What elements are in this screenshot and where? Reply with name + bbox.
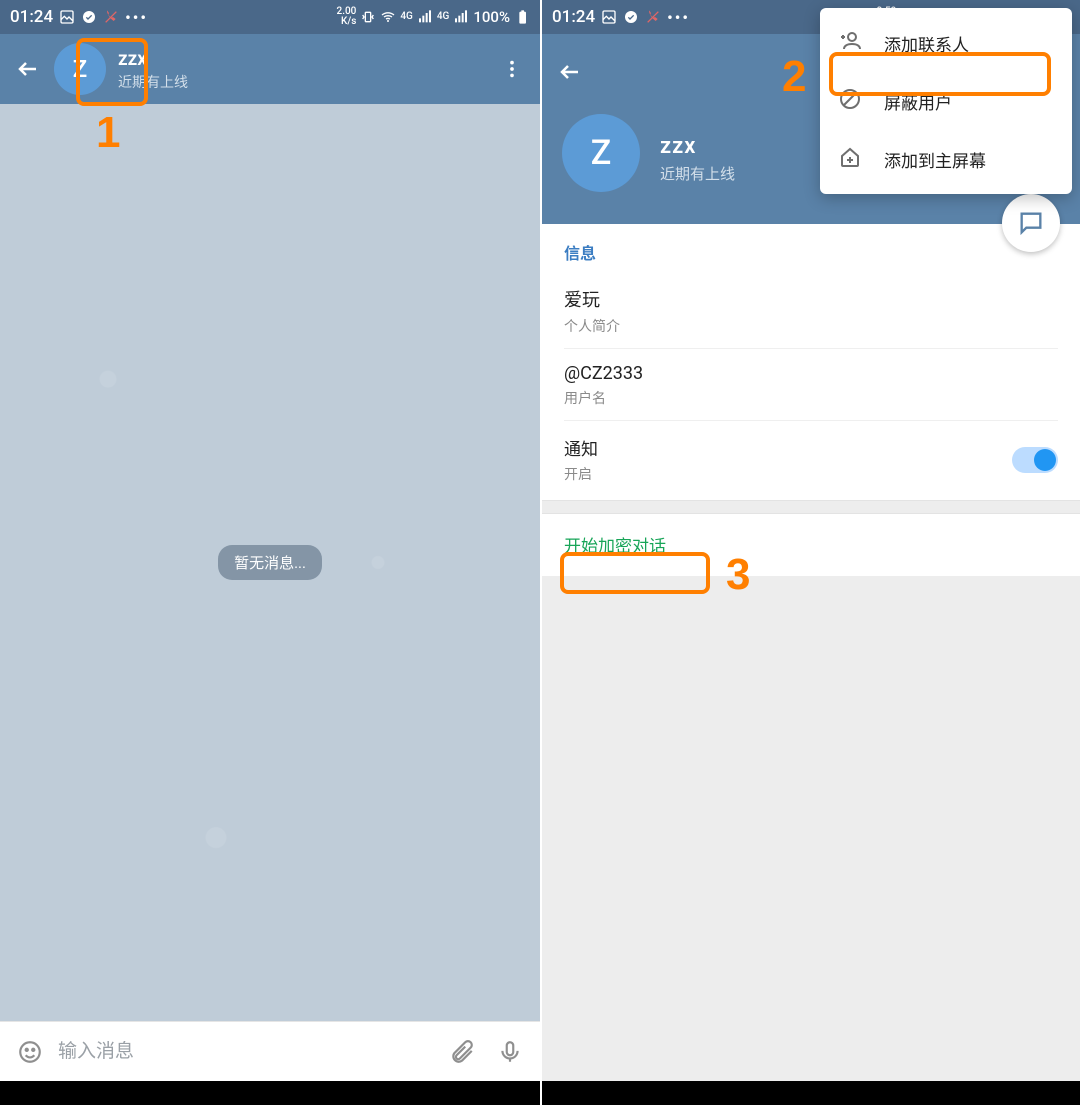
android-navbar [542, 1081, 1080, 1105]
message-input[interactable] [58, 1041, 434, 1063]
username-value: @CZ2333 [564, 363, 1058, 384]
bio-label: 个人简介 [564, 316, 1058, 336]
signal-icon-1 [417, 9, 433, 25]
chat-title-block[interactable]: zzx 近期有上线 [118, 47, 492, 92]
mic-button[interactable] [490, 1032, 530, 1072]
screenshot-2: 01:24 ••• 0.59 K/s [540, 0, 1080, 1105]
bio-row[interactable]: 爱玩 个人简介 [564, 278, 1058, 348]
back-button[interactable] [550, 52, 590, 92]
notifications-state: 开启 [564, 464, 598, 484]
call-blocked-icon [645, 9, 661, 25]
android-navbar [0, 1081, 540, 1105]
profile-avatar[interactable]: Z [562, 114, 640, 192]
chat-status: 近期有上线 [118, 72, 492, 92]
chat-name: zzx [118, 47, 492, 70]
more-dots-icon: ••• [667, 8, 690, 27]
gallery-icon [601, 9, 617, 25]
attach-button[interactable] [442, 1032, 482, 1072]
call-blocked-icon [103, 9, 119, 25]
status-bar: 01:24 ••• 2.00 K/s [0, 0, 540, 34]
more-dots-icon: ••• [125, 8, 148, 27]
message-fab[interactable] [1002, 194, 1060, 252]
home-plus-icon [838, 145, 862, 174]
block-icon [838, 87, 862, 116]
bio-value: 爱玩 [564, 286, 1058, 312]
notifications-toggle[interactable] [1012, 447, 1058, 473]
popup-item-label: 添加联系人 [884, 31, 969, 56]
popup-item-label: 屏蔽用户 [884, 89, 952, 114]
message-input-bar [0, 1021, 540, 1081]
section-divider [542, 500, 1080, 514]
battery-percent: 100% [473, 8, 510, 26]
back-button[interactable] [8, 49, 48, 89]
popup-add-contact[interactable]: 添加联系人 [820, 14, 1072, 72]
add-person-icon [838, 29, 862, 58]
popup-item-label: 添加到主屏幕 [884, 147, 986, 172]
status-time: 01:24 [10, 7, 53, 27]
profile-info-section: 信息 爱玩 个人简介 @CZ2333 用户名 通知 开启 [542, 224, 1080, 500]
vibrate-icon [360, 9, 376, 25]
notifications-row[interactable]: 通知 开启 [564, 420, 1058, 490]
battery-icon [514, 9, 530, 25]
overflow-popup-menu: 添加联系人 屏蔽用户 添加到主屏幕 [820, 8, 1072, 194]
profile-title-block: zzx 近期有上线 [660, 134, 735, 184]
info-section-title: 信息 [564, 240, 1058, 264]
chat-body[interactable]: 暂无消息... [0, 104, 540, 1021]
notifications-title: 通知 [564, 435, 598, 460]
check-circle-icon [81, 9, 97, 25]
status-time: 01:24 [552, 7, 595, 27]
chat-avatar[interactable]: Z [54, 43, 106, 95]
screenshot-1: 01:24 ••• 2.00 K/s [0, 0, 540, 1105]
signal-icon-2 [453, 9, 469, 25]
avatar-initial: Z [591, 133, 612, 173]
username-row[interactable]: @CZ2333 用户名 [564, 348, 1058, 420]
popup-add-to-home[interactable]: 添加到主屏幕 [820, 130, 1072, 188]
gallery-icon [59, 9, 75, 25]
avatar-initial: Z [73, 55, 87, 83]
start-secret-chat-button[interactable]: 开始加密对话 [542, 514, 1080, 575]
username-label: 用户名 [564, 388, 1058, 408]
popup-block-user[interactable]: 屏蔽用户 [820, 72, 1072, 130]
secret-chat-label: 开始加密对话 [564, 537, 666, 557]
profile-status: 近期有上线 [660, 163, 735, 184]
emoji-button[interactable] [10, 1032, 50, 1072]
chat-appbar: Z zzx 近期有上线 [0, 34, 540, 104]
empty-chat-pill: 暂无消息... [218, 545, 322, 580]
network-4g-2: 4G [437, 12, 450, 22]
overflow-menu-button[interactable] [492, 49, 532, 89]
network-speed: 2.00 K/s [337, 7, 357, 27]
network-4g-1: 4G [400, 12, 413, 22]
empty-area [542, 576, 1080, 1081]
check-circle-icon [623, 9, 639, 25]
profile-name: zzx [660, 134, 735, 159]
wifi-icon [380, 9, 396, 25]
